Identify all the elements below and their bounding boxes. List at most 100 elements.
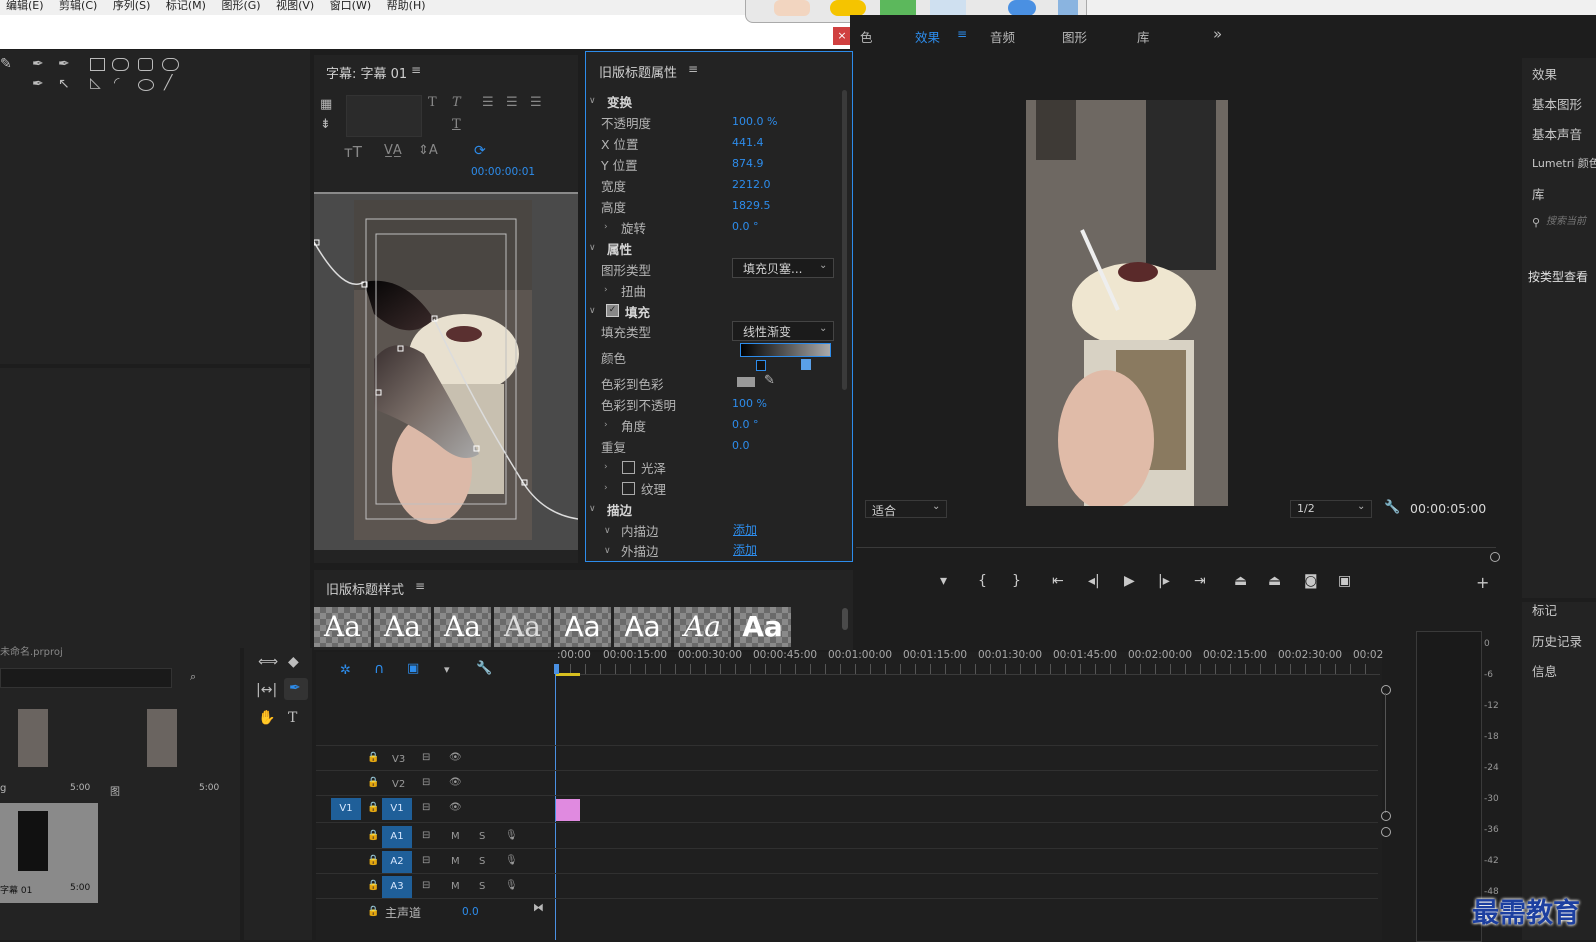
vscroll-handle[interactable]: [1381, 685, 1391, 695]
source-patch-v1[interactable]: V1: [331, 798, 361, 820]
project-item-3-selected[interactable]: 字幕 01 5:00: [0, 803, 98, 903]
x-position-value[interactable]: 441.4: [732, 136, 764, 149]
clipped-rect-tool-icon[interactable]: [138, 58, 153, 71]
hand-icon[interactable]: [774, 0, 810, 16]
style-swatch[interactable]: Aa: [494, 607, 551, 647]
sync-lock-icon[interactable]: ⊟: [422, 855, 430, 866]
timeline-settings-icon[interactable]: 🔧: [476, 661, 492, 676]
gradient-bar[interactable]: [740, 343, 831, 357]
lock-icon[interactable]: 🔒: [367, 830, 379, 841]
kerning-icon[interactable]: V̲A̲: [384, 143, 402, 158]
slip-icon[interactable]: |↔|: [256, 682, 277, 698]
props-scrollbar[interactable]: [842, 90, 847, 390]
snap-icon[interactable]: ∩: [374, 661, 384, 677]
style-swatch[interactable]: Aa: [674, 607, 731, 647]
info-tab[interactable]: 信息: [1532, 661, 1557, 680]
section-stroke[interactable]: 描边: [607, 500, 632, 519]
comparison-view-icon[interactable]: ▣: [1338, 573, 1351, 589]
step-back-icon[interactable]: ◂|: [1088, 573, 1100, 589]
mute-button[interactable]: M: [451, 881, 460, 892]
select-arrow-icon[interactable]: ↖: [58, 76, 70, 92]
solo-button[interactable]: S: [479, 881, 485, 892]
razor-icon[interactable]: ◆: [288, 654, 299, 670]
menu-sequence[interactable]: 序列(S): [113, 0, 151, 11]
tab-audio[interactable]: 音频: [990, 27, 1015, 46]
microphone-icon[interactable]: 🎙: [505, 880, 518, 891]
attributes-caret-icon[interactable]: ∨: [589, 243, 596, 253]
zoom-icon[interactable]: [930, 0, 966, 16]
inner-stroke-add-link[interactable]: 添加: [733, 521, 757, 538]
microphone-icon[interactable]: 🎙: [505, 830, 518, 841]
menu-marker[interactable]: 标记(M): [166, 0, 206, 11]
align-right-icon[interactable]: ☰: [530, 95, 542, 110]
delete-anchor-icon[interactable]: ✒: [58, 56, 70, 72]
underline-icon[interactable]: T: [452, 117, 461, 132]
mute-button[interactable]: M: [451, 856, 460, 867]
sync-lock-icon[interactable]: ⊟: [422, 830, 430, 841]
sync-lock-icon[interactable]: ⊟: [422, 777, 430, 788]
playhead-handle[interactable]: [554, 664, 559, 674]
eyedropper-icon[interactable]: ✎: [764, 373, 775, 388]
linked-selection-icon[interactable]: ▣: [407, 661, 419, 676]
mark-in-icon[interactable]: {: [978, 573, 987, 589]
go-to-in-icon[interactable]: ⇤: [1052, 573, 1064, 589]
transform-caret-icon[interactable]: ∨: [589, 96, 596, 106]
opacity-value[interactable]: 100.0 %: [732, 115, 777, 128]
pen-tool-active[interactable]: ✒: [284, 678, 308, 700]
outer-stroke-add-link[interactable]: 添加: [733, 541, 757, 558]
color-swatch[interactable]: [737, 377, 755, 387]
tab-menu-icon[interactable]: ≡: [957, 27, 967, 41]
section-transform[interactable]: 变换: [607, 92, 632, 111]
history-tab[interactable]: 历史记录: [1532, 631, 1582, 650]
mute-button[interactable]: M: [451, 831, 460, 842]
pin-icon[interactable]: [1058, 0, 1078, 16]
gradient-stop-left[interactable]: [756, 360, 766, 371]
menu-clip[interactable]: 剪辑(C): [59, 0, 97, 11]
add-marker-icon[interactable]: ▾: [940, 573, 947, 589]
bold-icon[interactable]: T: [428, 95, 437, 110]
distort-caret-icon[interactable]: ›: [604, 285, 608, 295]
library-search-input[interactable]: [1546, 213, 1594, 229]
titler-timecode[interactable]: 00:00:00:01: [471, 166, 535, 178]
track-v1-target[interactable]: V1: [382, 798, 412, 820]
lock-icon[interactable]: 🔒: [367, 777, 379, 788]
track-v3-label[interactable]: V3: [392, 754, 405, 765]
solo-button[interactable]: S: [479, 856, 485, 867]
style-swatch[interactable]: Aa: [434, 607, 491, 647]
texture-checkbox[interactable]: [622, 482, 635, 495]
y-position-value[interactable]: 874.9: [732, 157, 764, 170]
add-marker-icon[interactable]: ▾: [444, 663, 450, 676]
hand-tool-icon[interactable]: ✋: [258, 710, 275, 726]
wrench-icon[interactable]: 🔧: [1384, 500, 1400, 515]
essential-graphics-tab[interactable]: 基本图形: [1532, 94, 1582, 113]
width-value[interactable]: 2212.0: [732, 178, 771, 191]
arc-tool-icon[interactable]: ◜: [114, 75, 119, 91]
mark-out-icon[interactable]: }: [1012, 573, 1021, 589]
style-swatch[interactable]: Aa: [614, 607, 671, 647]
essential-sound-tab[interactable]: 基本声音: [1532, 124, 1582, 143]
lift-icon[interactable]: ⏏: [1234, 573, 1247, 589]
program-timecode[interactable]: 00:00:05:00: [1410, 501, 1486, 516]
sync-lock-icon[interactable]: ⊟: [422, 752, 430, 763]
style-swatch[interactable]: Aa: [314, 607, 371, 647]
libraries-tab[interactable]: 库: [1532, 184, 1545, 203]
style-swatch[interactable]: Aa: [554, 607, 611, 647]
sync-lock-icon[interactable]: ⊟: [422, 880, 430, 891]
angle-value[interactable]: 0.0 °: [732, 418, 759, 431]
lock-icon[interactable]: 🔒: [367, 802, 379, 813]
rotation-caret-icon[interactable]: ›: [604, 222, 608, 232]
go-to-end-icon[interactable]: ⧓: [533, 901, 544, 914]
height-value[interactable]: 1829.5: [732, 199, 771, 212]
program-video-frame[interactable]: [1026, 100, 1228, 506]
track-v2-label[interactable]: V2: [392, 779, 405, 790]
styles-scrollbar[interactable]: [842, 608, 848, 630]
section-attributes[interactable]: 属性: [607, 239, 632, 258]
circle-tool-icon[interactable]: [138, 79, 154, 91]
extract-icon[interactable]: ⏏: [1268, 573, 1281, 589]
line-tool-icon[interactable]: ╱: [164, 75, 172, 91]
menu-edit[interactable]: 编辑(E): [6, 0, 44, 11]
styles-menu-icon[interactable]: ≡: [415, 579, 425, 593]
align-center-icon[interactable]: ☰: [506, 95, 518, 110]
titler-menu-icon[interactable]: ≡: [411, 63, 421, 77]
step-forward-icon[interactable]: |▸: [1158, 573, 1170, 589]
